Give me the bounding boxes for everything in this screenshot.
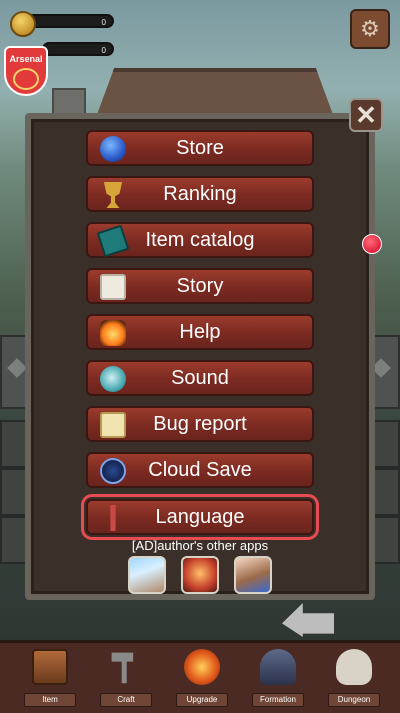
bottom-nav: Item Craft Upgrade Formation Dungeon [0,640,400,713]
item-catalog-button[interactable]: Item catalog [86,222,382,258]
sound-button[interactable]: Sound [86,360,314,396]
help-label: Help [179,321,221,343]
tab-craft[interactable]: Craft [90,643,162,713]
cloud-save-button[interactable]: Cloud Save [86,452,314,488]
shell-icon [100,366,126,392]
book-icon [96,224,130,258]
ad-label: [AD]author's other apps [131,538,269,553]
fire-orb-icon [184,649,220,685]
gear-icon: ⚙ [360,16,380,41]
tab-dungeon[interactable]: Dungeon [318,643,390,713]
item-catalog-label: Item catalog [145,229,255,251]
cloud-rune-icon [100,458,126,484]
coins-value: 0 [101,18,106,27]
helmet-icon [260,649,296,685]
ad-app-icon[interactable] [128,556,166,594]
bug-report-label: Bug report [153,413,247,435]
ranking-label: Ranking [163,183,237,205]
coin-icon [10,11,36,37]
close-button[interactable]: ✕ [349,98,383,132]
language-label: Language [155,506,245,528]
lantern-icon [100,320,126,346]
skull-icon [336,649,372,685]
store-label: Store [176,137,224,159]
club-badge: Arsenal [4,46,48,96]
scroll-icon [100,274,126,300]
tab-craft-label: Craft [100,693,152,707]
hammer-icon [111,652,134,684]
ad-app-icon[interactable] [181,556,219,594]
tab-dungeon-label: Dungeon [328,693,380,707]
chest-icon [32,649,68,685]
settings-button[interactable]: ⚙ [350,9,390,49]
tab-upgrade-label: Upgrade [176,693,228,707]
sound-label: Sound [171,367,229,389]
tab-item[interactable]: Item [14,643,86,713]
close-icon: ✕ [355,100,377,130]
bug-report-button[interactable]: Bug report [86,406,314,442]
cloud-save-label: Cloud Save [148,459,252,481]
cannon-icon [13,68,39,90]
trophy-icon [103,182,123,208]
envelope-icon [100,412,126,438]
tab-formation-label: Formation [252,693,304,707]
story-label: Story [176,275,224,297]
tab-item-label: Item [24,693,76,707]
orb-icon [100,136,126,162]
gems-value: 0 [101,46,106,55]
story-button[interactable]: Story [86,268,314,304]
ad-app-icon[interactable] [234,556,272,594]
ranking-button[interactable]: Ranking [86,176,314,212]
help-button[interactable]: Help [86,314,314,350]
store-button[interactable]: Store [86,130,314,166]
club-badge-text: Arsenal [9,54,43,64]
language-button[interactable]: Language [81,494,319,540]
gems-counter: 0 [42,42,114,56]
quill-icon [110,505,116,531]
tab-formation[interactable]: Formation [242,643,314,713]
notification-dot [362,234,382,254]
tab-upgrade[interactable]: Upgrade [166,643,238,713]
